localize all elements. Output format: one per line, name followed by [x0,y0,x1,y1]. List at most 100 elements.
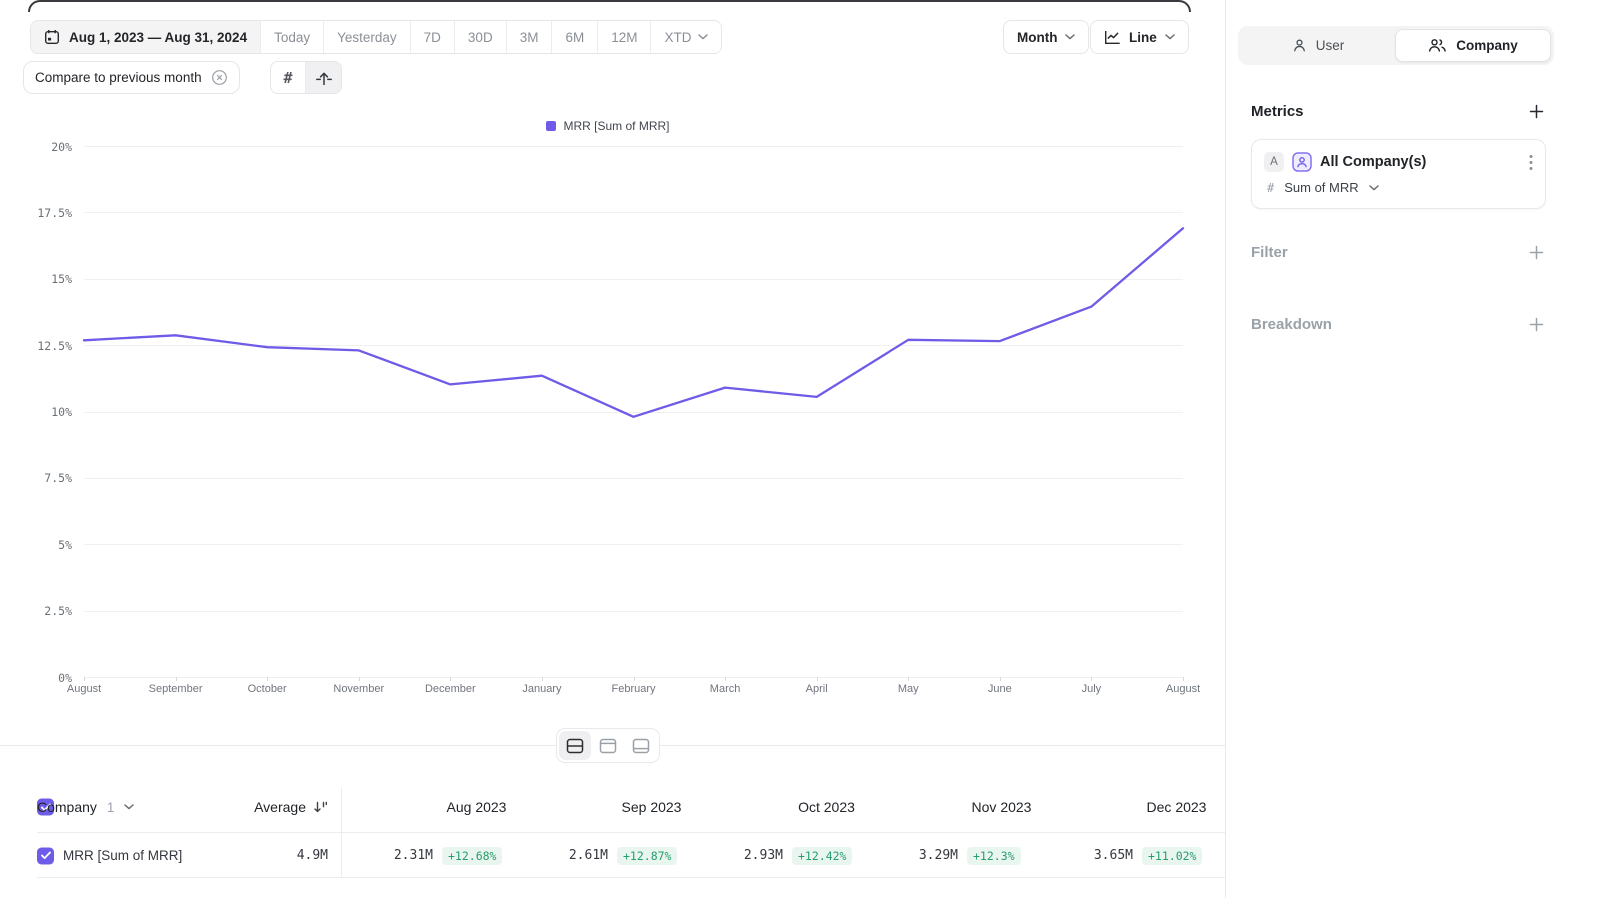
line-chart-plot-area[interactable] [84,146,1183,677]
range-preset-button[interactable]: 3M [506,21,552,53]
x-axis-label: January [522,683,561,695]
metric-row-name: MRR [Sum of MRR] [63,833,182,878]
table-cell: 2.93M+12.42% [739,847,914,865]
table-row[interactable]: MRR [Sum of MRR] 4.9M 2.31M +12.68% 2.61M+… [0,833,1225,878]
metric-menu-button[interactable] [1529,154,1533,171]
entity-column-header[interactable]: Company 1 [37,781,134,833]
chevron-down-icon [124,804,134,810]
x-axis-label: June [988,683,1012,695]
x-axis-label: August [1166,683,1200,695]
layout-view-toggle [556,728,660,763]
calendar-icon [44,29,60,45]
chevron-down-icon [1165,34,1175,40]
month-column-header[interactable]: Dec 2023 [1089,781,1225,833]
table-cell: 3.29M+12.3% [914,847,1089,865]
check-icon [41,852,51,860]
chart-legend[interactable]: MRR [Sum of MRR] [0,119,1216,133]
chart-only-view-button[interactable] [592,731,624,760]
x-axis-label: April [806,683,828,695]
add-metric-button[interactable] [1529,104,1544,119]
tab-user-label: User [1316,38,1345,53]
axis-tick [450,677,451,681]
axis-tick [359,677,360,681]
y-axis-label: 15% [18,272,72,286]
axis-tick [1183,677,1184,681]
x-axis-label: September [149,683,203,695]
delta-badge: +11.02% [1142,847,1202,865]
delta-badge: +12.42% [792,847,852,865]
compare-chip-label: Compare to previous month [35,70,202,85]
panel-top-edge [28,0,1191,12]
range-preset-button[interactable]: 12M [597,21,650,53]
compare-chip[interactable]: Compare to previous month [23,61,240,94]
tab-company[interactable]: Company [1395,29,1551,62]
split-view-button[interactable] [559,731,591,760]
legend-label: MRR [Sum of MRR] [563,119,669,133]
add-filter-button[interactable] [1529,245,1544,260]
month-column-header[interactable]: Aug 2023 [389,781,564,833]
x-axis-label: November [333,683,384,695]
entity-tabs: User Company [1238,26,1554,65]
cell-value: 3.29M [914,848,958,863]
metric-index-badge: A [1264,152,1284,172]
chevron-down-icon [1369,185,1379,191]
range-preset-button[interactable]: 7D [410,21,454,53]
table-cell: 2.61M+12.87% [564,847,739,865]
annotations-toggle-button[interactable] [306,62,341,93]
delta-badge: +12.87% [617,847,677,865]
aggregation-selector[interactable]: # Sum of MRR [1252,172,1545,195]
range-preset-xtd[interactable]: XTD [650,21,721,53]
metric-row-average: 4.9M [180,833,328,878]
month-column-header[interactable]: Oct 2023 [739,781,914,833]
month-column-header[interactable]: Sep 2023 [564,781,739,833]
remove-compare-icon[interactable] [211,69,228,86]
tab-company-label: Company [1456,38,1518,53]
grid-toggle-button[interactable]: # [271,62,306,93]
average-column-header[interactable]: Average [180,781,328,833]
x-axis-label: October [248,683,287,695]
date-range-button[interactable]: Aug 1, 2023 — Aug 31, 2024 [31,21,260,53]
metric-card[interactable]: A All Company(s) # Sum of MRR [1251,139,1546,209]
top-view-icon [599,738,617,754]
table-cell: 2.31M +12.68% [389,847,564,865]
month-column-header[interactable]: Nov 2023 [914,781,1089,833]
chevron-down-icon [698,34,708,40]
x-axis-label: February [611,683,655,695]
y-axis-label: 2.5% [18,604,72,618]
cell-value: 2.31M [389,848,433,863]
mrr-line-series[interactable] [84,228,1183,416]
axis-tick [84,677,85,681]
line-chart-icon [1104,30,1121,45]
x-axis-label: March [710,683,741,695]
average-label: Average [254,799,306,815]
xtd-label: XTD [664,30,691,45]
range-preset-button[interactable]: 30D [454,21,506,53]
granularity-dropdown[interactable]: Month [1003,20,1089,54]
x-axis-label: July [1082,683,1102,695]
row-checkbox[interactable] [37,847,54,864]
axis-tick [725,677,726,681]
x-axis-label: August [67,683,101,695]
breakdown-section-title: Breakdown [1251,316,1332,333]
range-preset-button[interactable]: 6M [551,21,597,53]
aggregation-label: Sum of MRR [1284,180,1358,195]
chart-type-dropdown[interactable]: Line [1090,20,1189,54]
add-breakdown-button[interactable] [1529,317,1544,332]
chevron-down-icon [1065,34,1075,40]
y-axis-label: 12.5% [18,339,72,353]
entity-label: Company [37,799,97,815]
main-panel: Aug 1, 2023 — Aug 31, 2024 TodayYesterda… [0,0,1225,898]
table-only-view-button[interactable] [625,731,657,760]
tab-user[interactable]: User [1241,29,1395,62]
range-preset-button[interactable]: Yesterday [323,21,410,53]
table-cell: 3.65M+11.02% [1089,847,1225,865]
sort-icon [313,800,328,814]
arrow-up-dashes-icon [315,70,333,86]
user-icon [1292,38,1307,53]
range-preset-button[interactable]: Today [260,21,323,53]
delta-badge: +12.68% [442,847,502,865]
number-type-icon: # [1267,181,1274,195]
granularity-label: Month [1017,30,1057,45]
company-icon [1428,38,1447,53]
bottom-view-icon [632,738,650,754]
